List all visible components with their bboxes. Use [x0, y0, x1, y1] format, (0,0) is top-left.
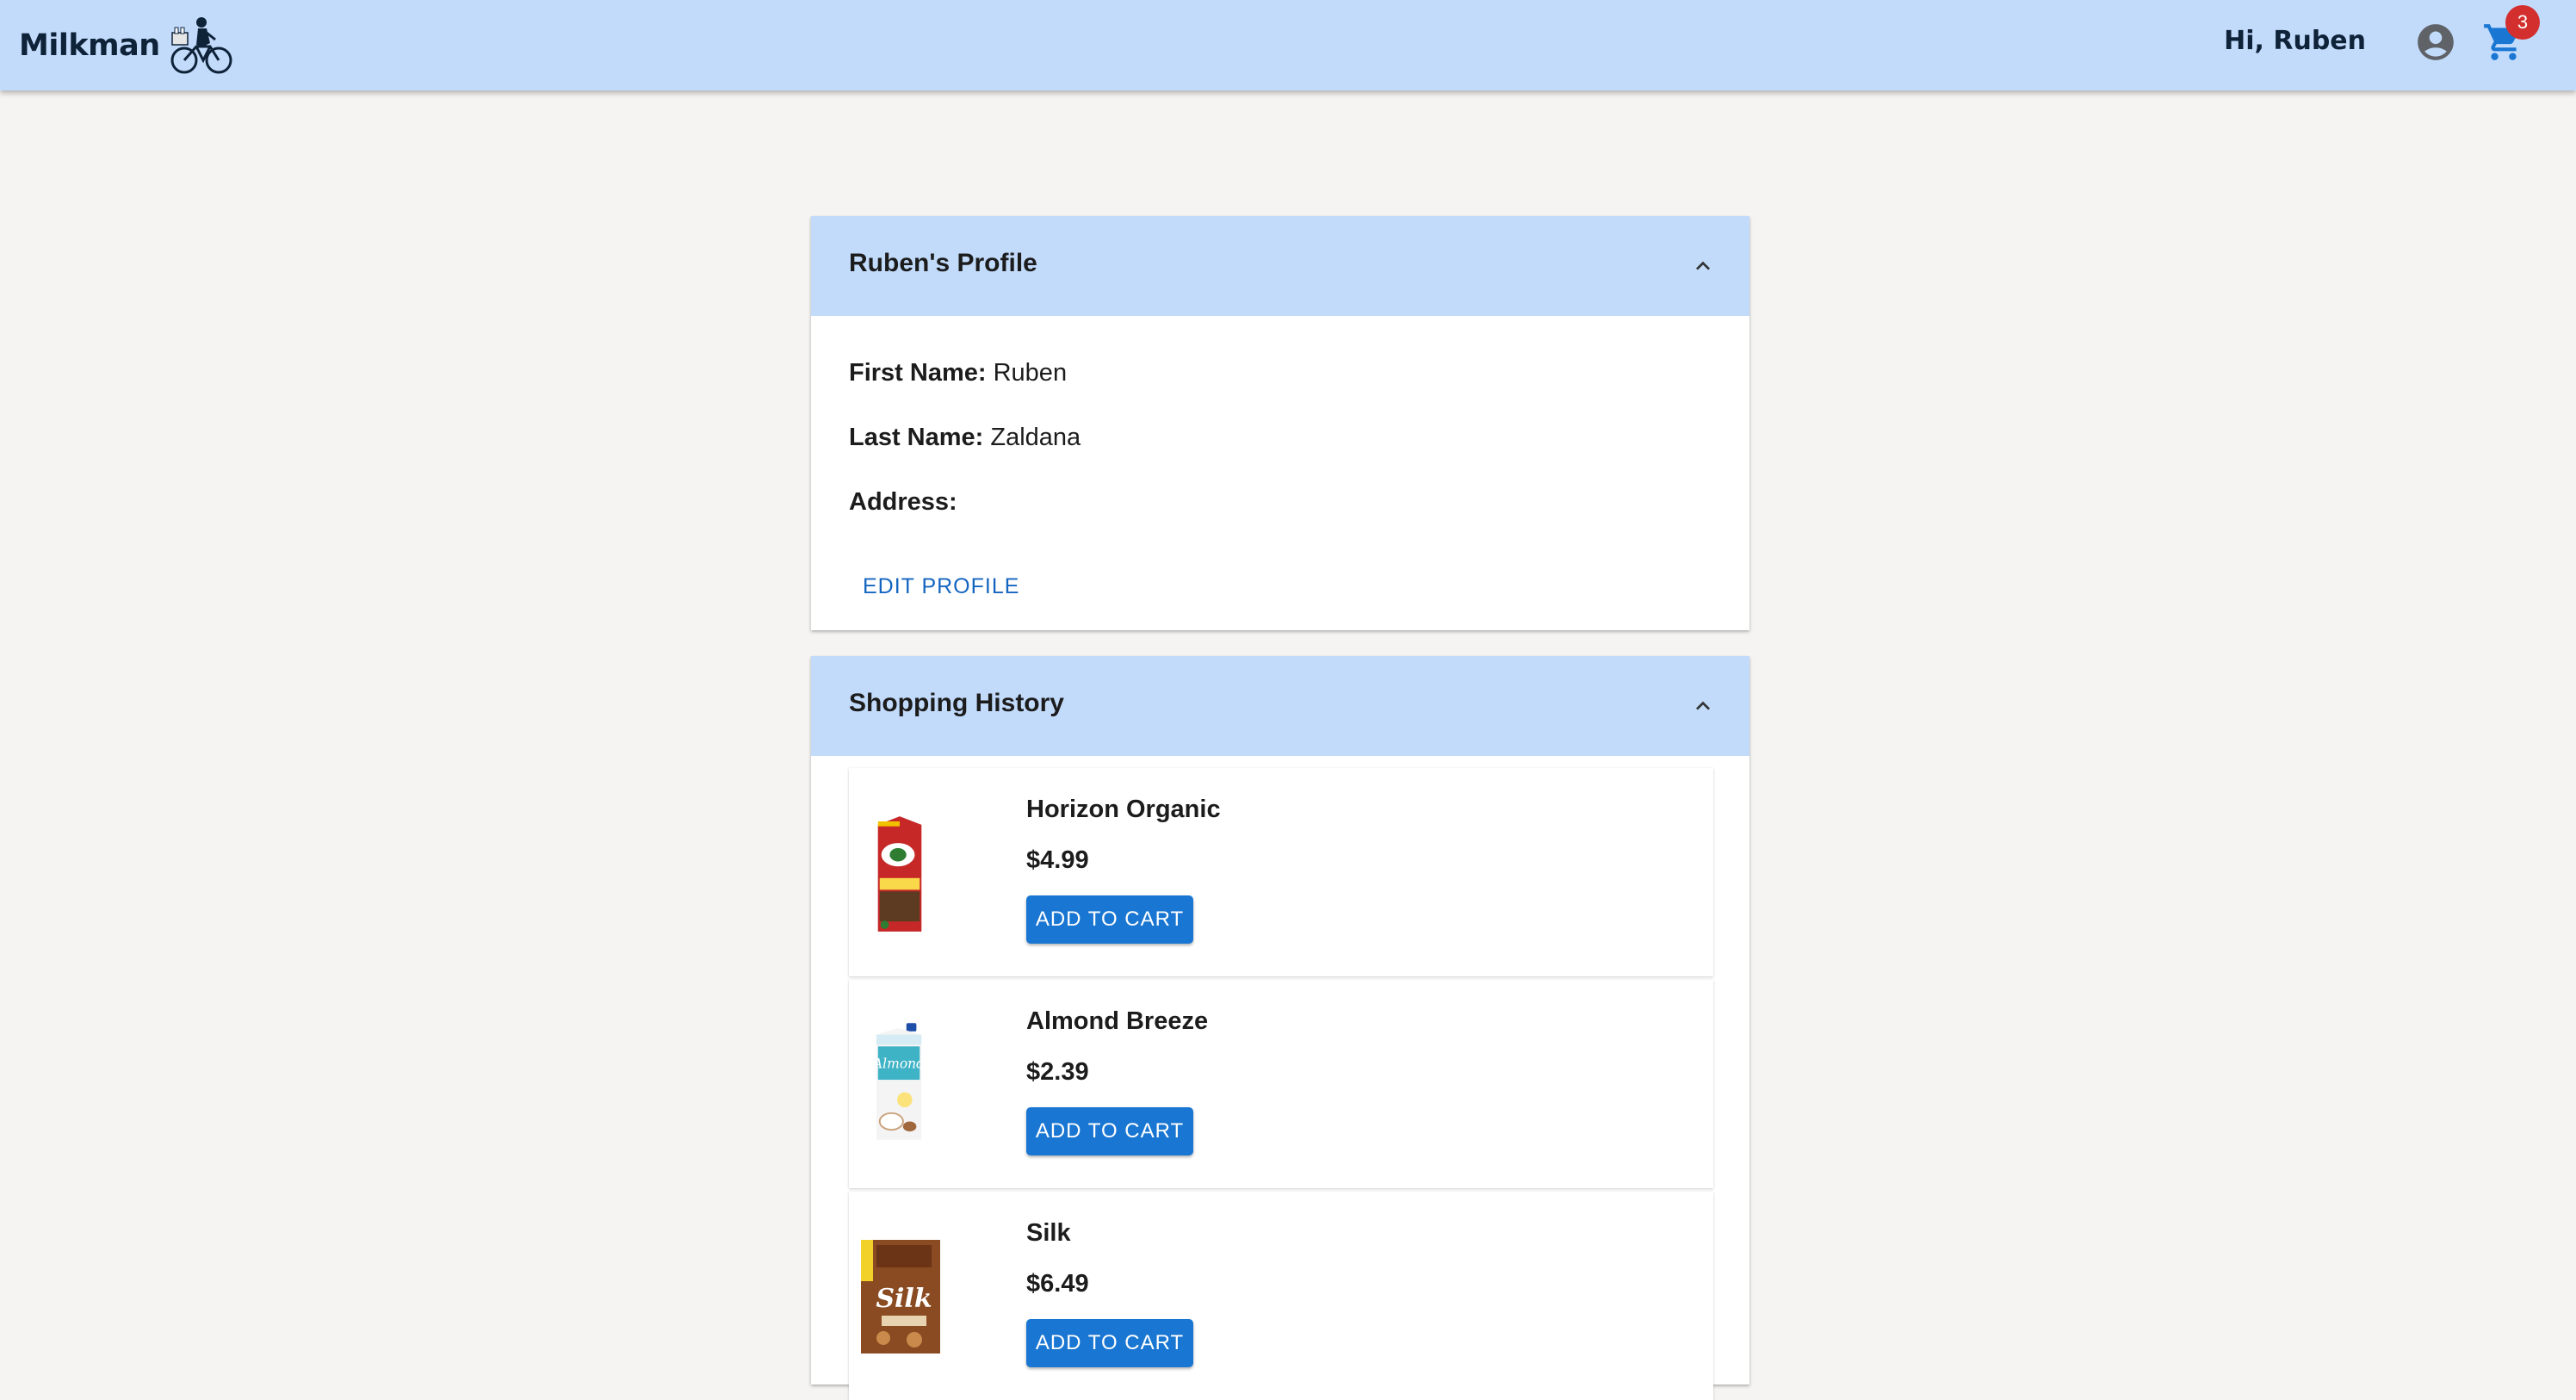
item-price: $4.99 — [1026, 846, 1089, 874]
silk-package-image: Silk — [861, 1240, 940, 1354]
profile-panel-header[interactable]: Ruben's Profile — [811, 216, 1749, 316]
first-name-row: First Name: Ruben — [849, 356, 1067, 390]
milk-carton-image — [877, 816, 922, 932]
almond-milk-carton-image: Almond — [873, 1023, 925, 1140]
add-to-cart-button[interactable]: ADD TO CART — [1026, 1319, 1193, 1367]
item-name: Horizon Organic — [1026, 796, 1221, 823]
last-name-row: Last Name: Zaldana — [849, 420, 1081, 455]
app-bar: Milkman Hi, Ruben 3 — [0, 0, 2576, 90]
svg-text:Almond: Almond — [873, 1056, 925, 1072]
item-name: Silk — [1026, 1219, 1071, 1247]
brand-logo-link[interactable]: Milkman — [19, 15, 232, 76]
last-name-label: Last Name: — [849, 424, 984, 451]
chevron-up-icon[interactable] — [1689, 692, 1717, 720]
shopping-history-panel: Shopping History Horizon Organic $4.99 A… — [811, 656, 1749, 1400]
edit-profile-button[interactable]: EDIT PROFILE — [849, 559, 1033, 614]
address-row: Address: — [849, 485, 957, 519]
item-price: $6.49 — [1026, 1270, 1089, 1298]
delivery-bike-icon — [170, 17, 232, 74]
cart-count-badge: 3 — [2505, 5, 2540, 40]
brand-name: Milkman — [19, 28, 160, 63]
history-item: Almond Almond Breeze $2.39 ADD TO CART — [849, 980, 1713, 1188]
history-panel-header[interactable]: Shopping History — [811, 656, 1749, 756]
first-name-value: Ruben — [993, 359, 1068, 387]
profile-title: Ruben's Profile — [849, 249, 1037, 277]
account-circle-icon[interactable] — [2414, 21, 2457, 64]
address-label: Address: — [849, 488, 957, 516]
svg-text:Silk: Silk — [876, 1284, 932, 1314]
last-name-value: Zaldana — [990, 424, 1081, 451]
history-title: Shopping History — [849, 689, 1064, 717]
history-item: Silk Silk $6.49 ADD TO CART — [849, 1192, 1713, 1400]
add-to-cart-button[interactable]: ADD TO CART — [1026, 1107, 1193, 1155]
first-name-label: First Name: — [849, 359, 987, 387]
add-to-cart-button[interactable]: ADD TO CART — [1026, 895, 1193, 944]
history-item: Horizon Organic $4.99 ADD TO CART — [849, 768, 1713, 976]
item-name: Almond Breeze — [1026, 1007, 1209, 1035]
chevron-up-icon[interactable] — [1689, 252, 1717, 280]
item-price: $2.39 — [1026, 1058, 1089, 1086]
user-greeting: Hi, Ruben — [2224, 26, 2366, 56]
profile-panel: Ruben's Profile First Name: Ruben Last N… — [811, 216, 1749, 630]
